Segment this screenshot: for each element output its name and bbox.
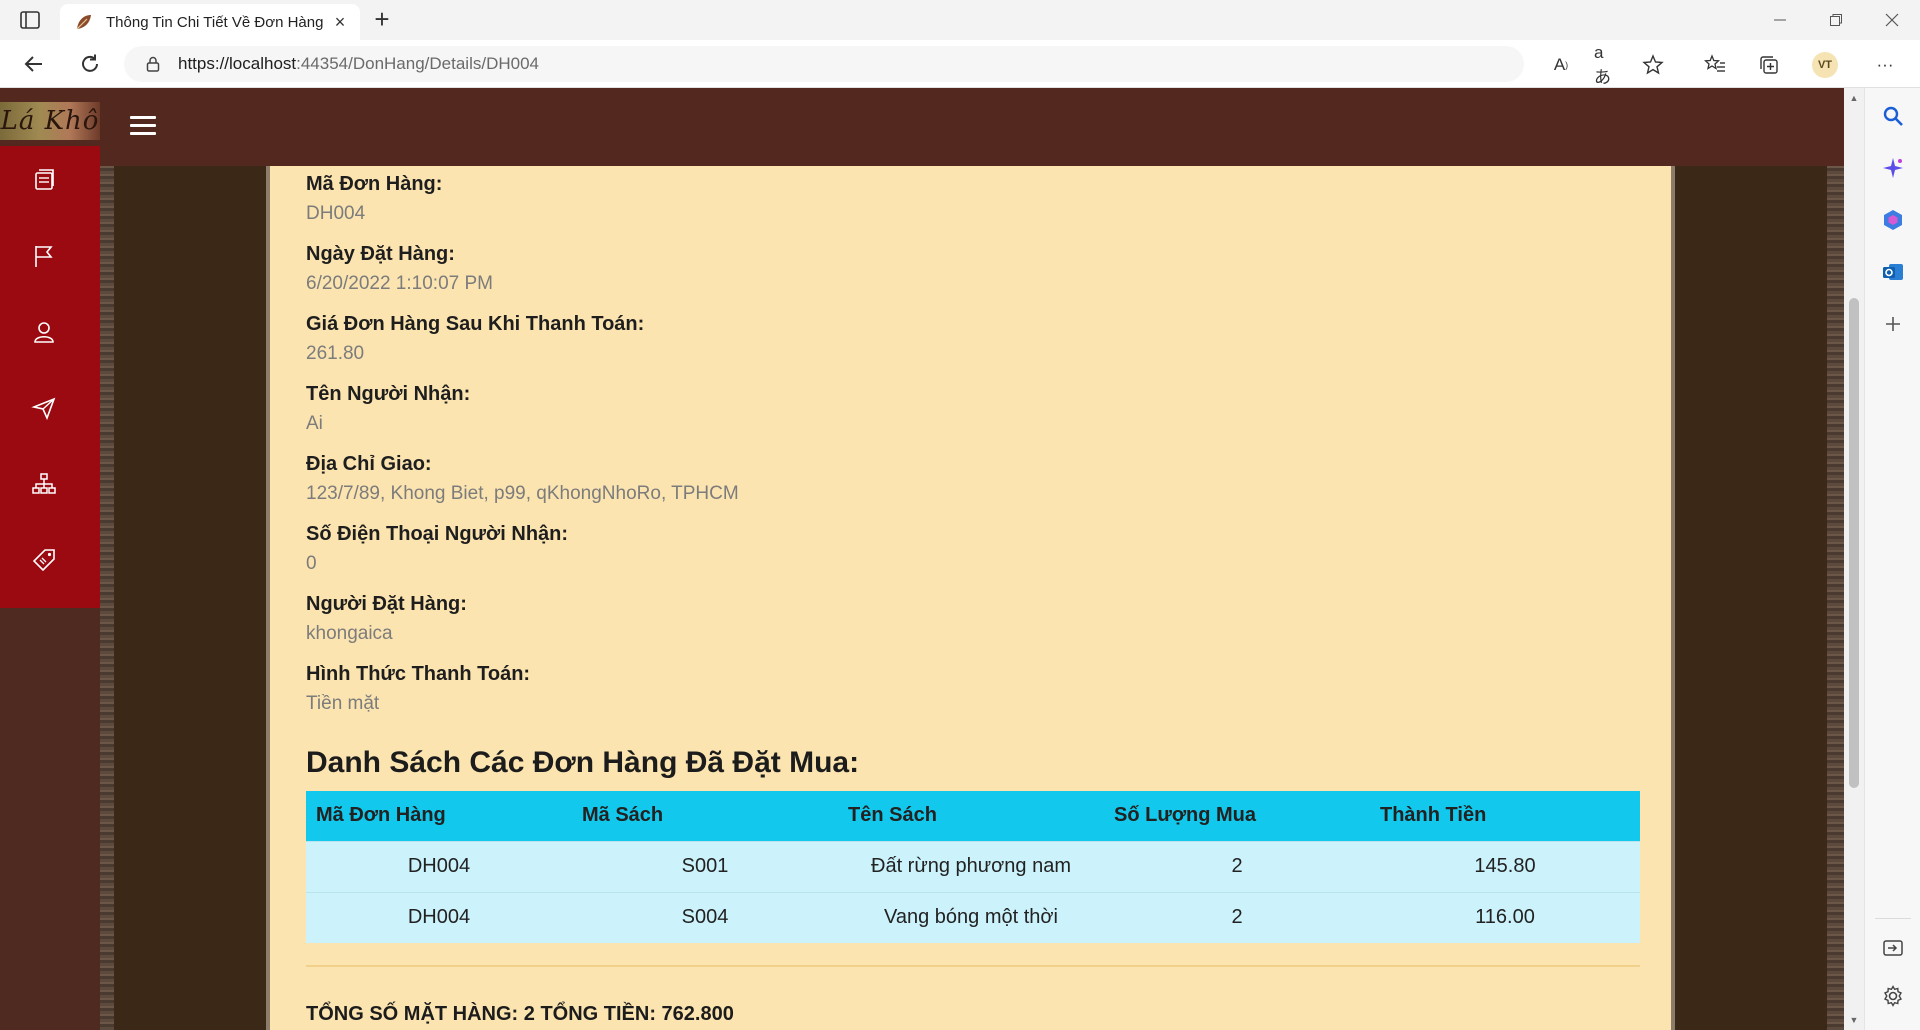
field-value-order-id: DH004 bbox=[306, 203, 366, 224]
add-sidebar-app-icon[interactable] bbox=[1881, 312, 1905, 336]
sidebar-tag-icon[interactable] bbox=[30, 546, 58, 574]
field-label-order-id: Mã Đơn Hàng: bbox=[306, 173, 443, 195]
order-items-title: Danh Sách Các Đơn Hàng Đã Đặt Mua: bbox=[306, 746, 860, 779]
cell-subtotal: 145.80 bbox=[1370, 840, 1640, 892]
column-header-book-id: Mã Sách bbox=[572, 791, 838, 841]
tab-actions-icon[interactable] bbox=[18, 8, 42, 32]
field-value-address: 123/7/89, Khong Biet, p99, qKhongNhoRo, … bbox=[306, 483, 739, 504]
field-value-phone: 0 bbox=[306, 553, 317, 574]
order-details-panel: Mã Đơn Hàng: DH004 Ngày Đặt Hàng: 6/20/2… bbox=[266, 166, 1675, 1030]
admin-sidebar bbox=[0, 146, 100, 608]
lock-icon[interactable] bbox=[144, 55, 162, 73]
wood-border-right bbox=[1827, 166, 1844, 1030]
order-detail-fields: Mã Đơn Hàng: DH004 Ngày Đặt Hàng: 6/20/2… bbox=[306, 166, 1640, 726]
field-label-customer: Người Đặt Hàng: bbox=[306, 593, 467, 615]
page-viewport: Lá Khô Mã Đơn Hàng: DH004 Ngày Đặt Hàng:… bbox=[0, 88, 1844, 1030]
tab-close-icon[interactable]: × bbox=[330, 12, 350, 32]
edge-sidebar bbox=[1864, 88, 1920, 1030]
logo-text: Lá Khô bbox=[0, 106, 100, 136]
sidebar-sitemap-icon[interactable] bbox=[30, 470, 58, 498]
hamburger-menu-icon[interactable] bbox=[130, 116, 156, 136]
column-header-order-id: Mã Đơn Hàng bbox=[306, 791, 572, 841]
site-logo[interactable]: Lá Khô bbox=[0, 102, 100, 140]
cell-book-id: S004 bbox=[572, 891, 838, 943]
field-label-recipient: Tên Người Nhận: bbox=[306, 383, 471, 405]
url-path: :44354/DonHang/Details/DH004 bbox=[296, 54, 539, 73]
field-value-payment-method: Tiền mặt bbox=[306, 693, 380, 714]
outlook-icon[interactable] bbox=[1881, 260, 1905, 284]
restore-button[interactable] bbox=[1808, 0, 1864, 40]
leaf-favicon-icon bbox=[74, 12, 94, 32]
copilot-icon[interactable] bbox=[1881, 156, 1905, 180]
column-header-quantity: Số Lượng Mua bbox=[1104, 791, 1370, 841]
scroll-down-arrow[interactable]: ▼ bbox=[1848, 1014, 1860, 1026]
field-label-phone: Số Điện Thoại Người Nhận: bbox=[306, 523, 569, 545]
cell-subtotal: 116.00 bbox=[1370, 891, 1640, 943]
background-panel-right bbox=[1675, 166, 1827, 1030]
url-host: https://localhost bbox=[178, 54, 297, 73]
cell-book-name: Vang bóng một thời bbox=[838, 891, 1104, 943]
field-label-order-date: Ngày Đặt Hàng: bbox=[306, 243, 455, 265]
new-tab-button[interactable]: + bbox=[368, 6, 396, 34]
minimize-button[interactable] bbox=[1752, 0, 1808, 40]
field-label-payment-method: Hình Thức Thanh Toán: bbox=[306, 663, 531, 685]
page-scrollbar[interactable]: ▲ ▼ bbox=[1844, 88, 1864, 1030]
profile-avatar[interactable]: VT bbox=[1812, 52, 1838, 78]
tab-title: Thông Tin Chi Tiết Về Đơn Hàng bbox=[106, 13, 324, 31]
sidebar-book-icon[interactable] bbox=[30, 166, 58, 194]
divider bbox=[306, 965, 1640, 967]
order-items-table: Mã Đơn Hàng Mã Sách Tên Sách Số Lượng Mu… bbox=[306, 791, 1640, 943]
sidebar-user-icon[interactable] bbox=[30, 318, 58, 346]
refresh-button[interactable] bbox=[76, 50, 104, 78]
office-icon[interactable] bbox=[1881, 208, 1905, 232]
sidebar-flag-icon[interactable] bbox=[30, 242, 58, 270]
address-bar[interactable]: https://localhost:44354/DonHang/Details/… bbox=[124, 46, 1524, 82]
browser-tab-active[interactable]: Thông Tin Chi Tiết Về Đơn Hàng × bbox=[60, 4, 360, 40]
cell-order-id: DH004 bbox=[306, 840, 572, 892]
window-close-button[interactable] bbox=[1864, 0, 1920, 40]
edge-sidebar-divider bbox=[1875, 918, 1911, 919]
favorites-icon[interactable] bbox=[1702, 52, 1728, 78]
cell-order-id: DH004 bbox=[306, 891, 572, 943]
search-icon[interactable] bbox=[1881, 104, 1905, 128]
address-toolbar: https://localhost:44354/DonHang/Details/… bbox=[0, 40, 1920, 88]
field-value-customer: khongaica bbox=[306, 623, 393, 644]
column-header-subtotal: Thành Tiền bbox=[1370, 791, 1640, 841]
hide-sidebar-icon[interactable] bbox=[1881, 936, 1905, 960]
field-value-paid-price: 261.80 bbox=[306, 343, 365, 364]
field-value-recipient: Ai bbox=[306, 413, 323, 434]
more-menu-icon[interactable]: ··· bbox=[1872, 52, 1898, 78]
settings-gear-icon[interactable] bbox=[1881, 984, 1905, 1008]
cell-quantity: 2 bbox=[1104, 840, 1370, 892]
scrollbar-thumb[interactable] bbox=[1849, 298, 1859, 788]
back-button[interactable] bbox=[20, 50, 48, 78]
field-value-order-date: 6/20/2022 1:10:07 PM bbox=[306, 273, 493, 294]
field-label-address: Địa Chỉ Giao: bbox=[306, 453, 432, 475]
column-header-book-name: Tên Sách bbox=[838, 791, 1104, 841]
table-row: DH004 S001 Đất rừng phương nam 2 145.80 bbox=[306, 840, 1640, 892]
translate-icon[interactable]: aあ bbox=[1594, 43, 1620, 87]
scroll-up-arrow[interactable]: ▲ bbox=[1848, 92, 1860, 104]
collections-icon[interactable] bbox=[1756, 52, 1782, 78]
field-label-paid-price: Giá Đơn Hàng Sau Khi Thanh Toán: bbox=[306, 313, 645, 335]
cell-quantity: 2 bbox=[1104, 891, 1370, 943]
tab-strip: Thông Tin Chi Tiết Về Đơn Hàng × + bbox=[0, 0, 1920, 40]
cell-book-name: Đất rừng phương nam bbox=[838, 840, 1104, 892]
background-panel-left bbox=[114, 166, 266, 1030]
wood-border-left bbox=[100, 166, 114, 1030]
order-summary: TỔNG SỐ MẶT HÀNG: 2 TỔNG TIỀN: 762.800 bbox=[306, 1003, 734, 1025]
table-row: DH004 S004 Vang bóng một thời 2 116.00 bbox=[306, 891, 1640, 943]
read-aloud-icon[interactable]: A) bbox=[1548, 52, 1574, 78]
sidebar-send-icon[interactable] bbox=[30, 394, 58, 422]
cell-book-id: S001 bbox=[572, 840, 838, 892]
url-text: https://localhost:44354/DonHang/Details/… bbox=[178, 54, 539, 74]
site-header: Lá Khô bbox=[0, 88, 1844, 166]
table-header-row: Mã Đơn Hàng Mã Sách Tên Sách Số Lượng Mu… bbox=[306, 791, 1640, 841]
add-favorite-icon[interactable] bbox=[1640, 52, 1666, 78]
